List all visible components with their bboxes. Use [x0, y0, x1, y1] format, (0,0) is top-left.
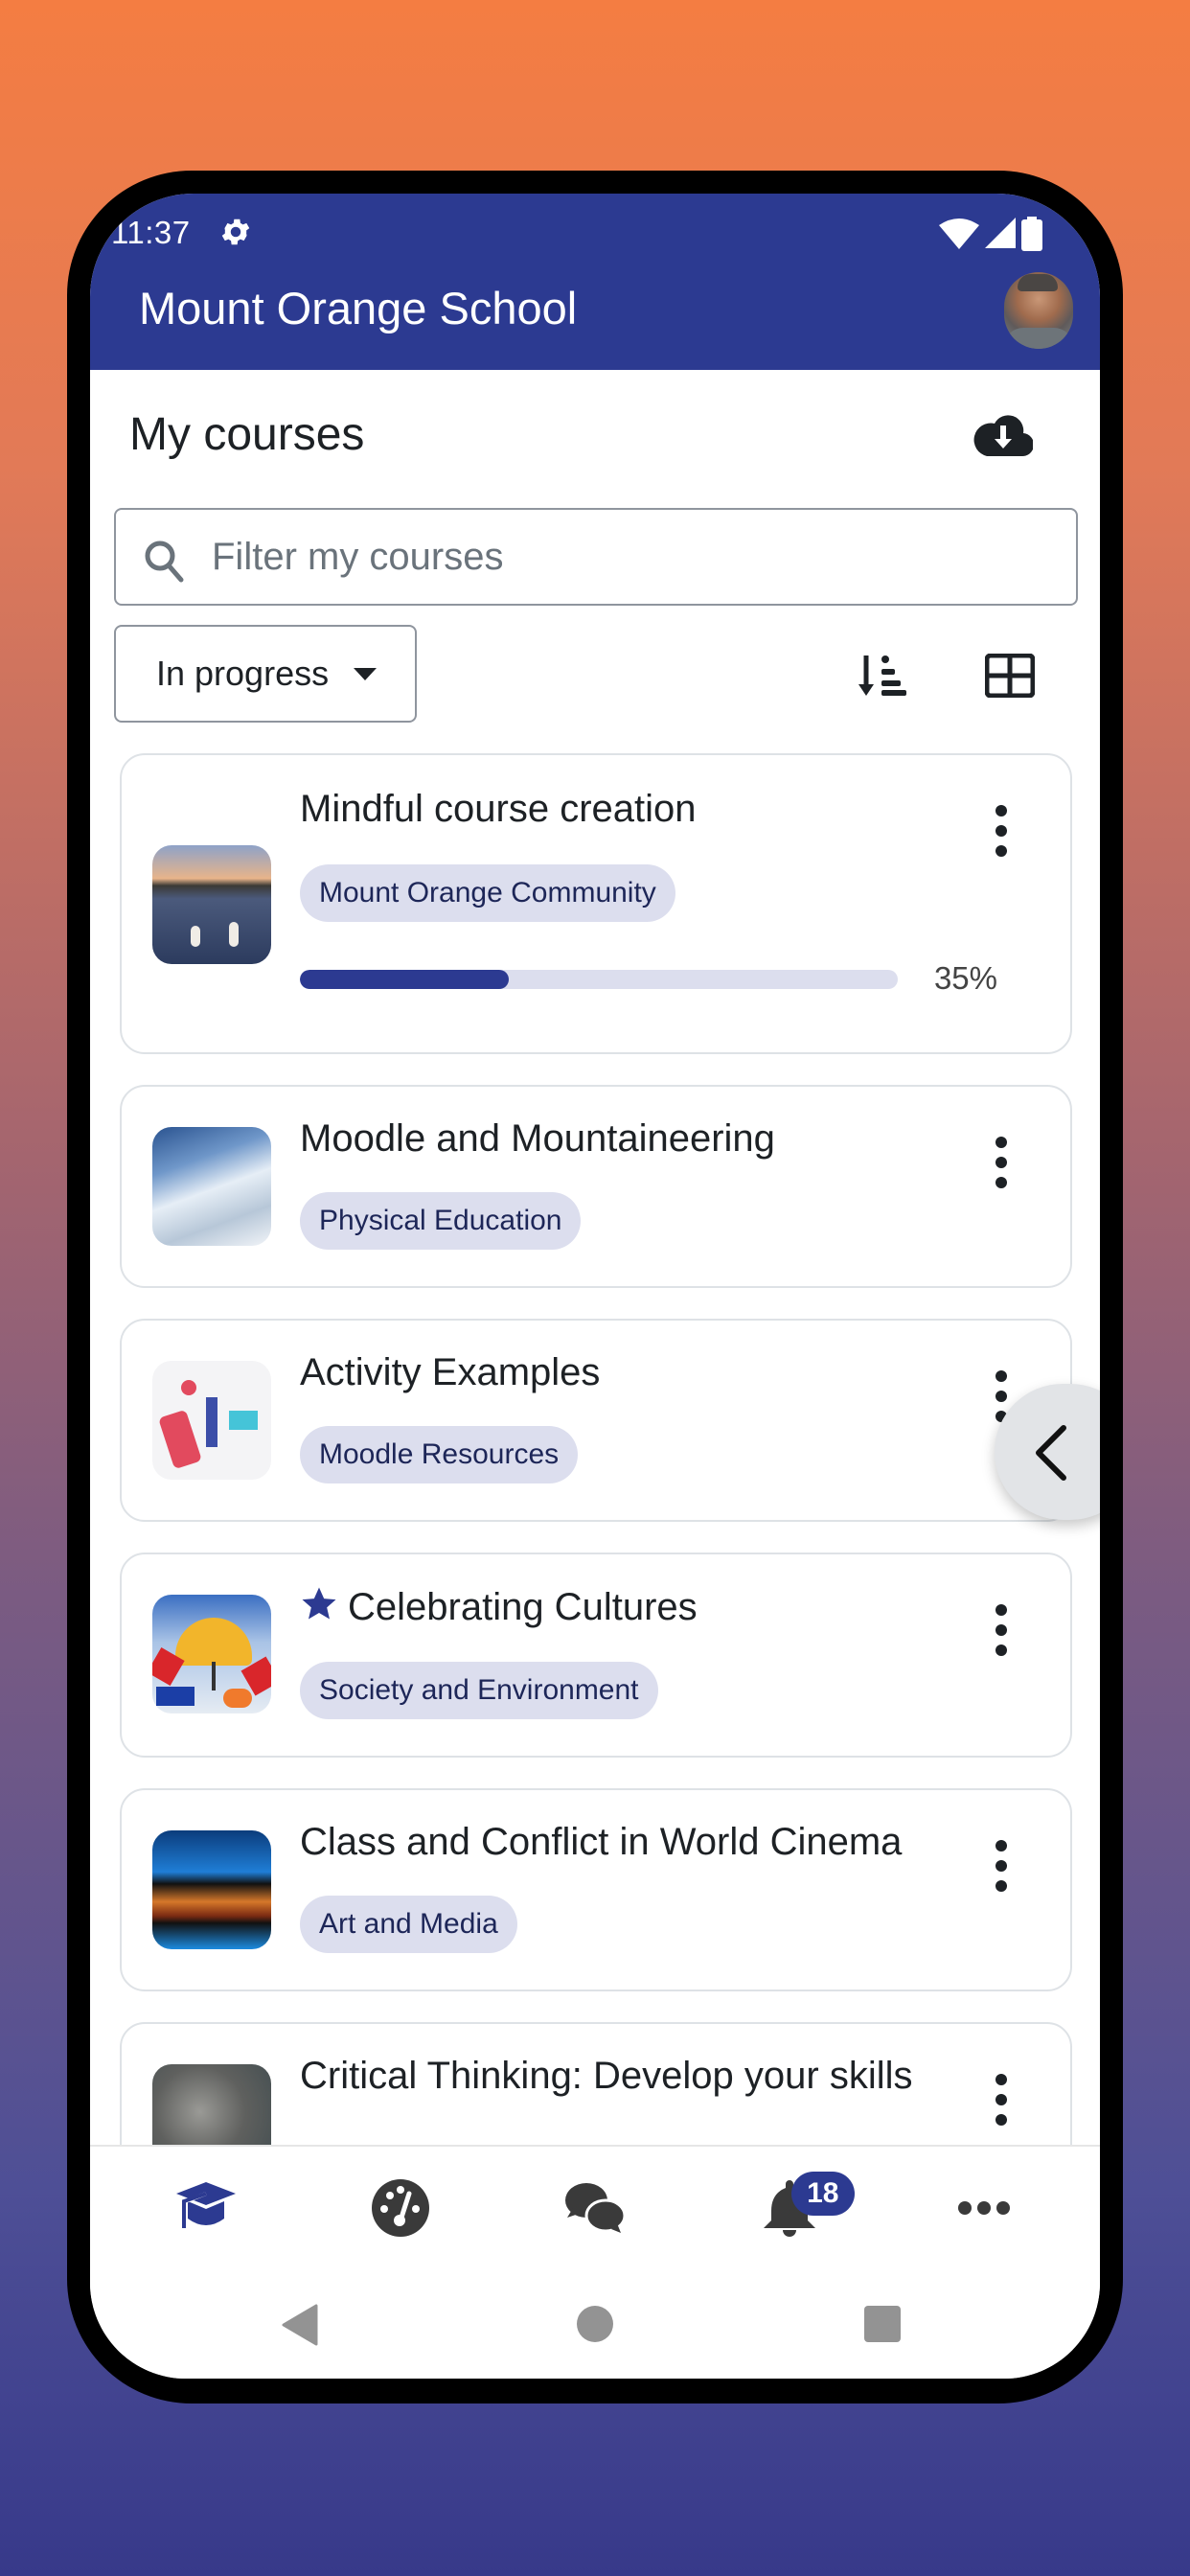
- course-options-icon[interactable]: [992, 2074, 1011, 2131]
- chat-bubbles-icon: [564, 2183, 627, 2233]
- grid-view-icon[interactable]: [985, 654, 1035, 698]
- tab-more[interactable]: [927, 2160, 1041, 2256]
- course-name[interactable]: Celebrating Cultures: [300, 1585, 698, 1629]
- search-icon: [145, 540, 184, 583]
- course-name-text: Celebrating Cultures: [348, 1586, 698, 1628]
- course-name[interactable]: Mindful course creation: [300, 788, 697, 831]
- app-screen: 11:37 Mount Orange School My courses Fil…: [90, 194, 1100, 2379]
- course-name[interactable]: Class and Conflict in World Cinema: [300, 1821, 902, 1864]
- course-options-icon[interactable]: [992, 1137, 1011, 1194]
- tab-my-courses[interactable]: [149, 2160, 263, 2256]
- main-content: My courses In progress: [90, 370, 1100, 2379]
- course-card[interactable]: Class and Conflict in World Cinema Art a…: [120, 1788, 1072, 1991]
- course-image: [152, 1830, 271, 1949]
- chevron-left-icon: [1036, 1425, 1066, 1481]
- course-image: [152, 1595, 271, 1714]
- graduation-cap-icon: [176, 2182, 237, 2228]
- course-category: Mount Orange Community: [300, 864, 675, 922]
- course-card[interactable]: Moodle and Mountaineering Physical Educa…: [120, 1085, 1072, 1288]
- course-image: [152, 1361, 271, 1480]
- course-options-icon[interactable]: [992, 1840, 1011, 1898]
- chevron-down-icon: [354, 667, 378, 680]
- course-progress-label: 35%: [933, 960, 997, 996]
- course-image: [152, 845, 271, 964]
- tab-dashboard[interactable]: [343, 2160, 458, 2256]
- course-status-selected: In progress: [156, 654, 330, 693]
- avatar-hair: [1018, 274, 1058, 291]
- course-options-icon[interactable]: [992, 805, 1011, 862]
- course-category: Art and Media: [300, 1896, 517, 1953]
- more-horizontal-icon: [957, 2201, 1010, 2215]
- course-options-icon[interactable]: [992, 1604, 1011, 1662]
- tab-notifications[interactable]: 18: [732, 2160, 855, 2256]
- notifications-badge: 18: [790, 2172, 855, 2216]
- course-name[interactable]: Critical Thinking: Develop your skills: [300, 2055, 913, 2098]
- nav-home-icon[interactable]: [577, 2306, 613, 2342]
- course-card[interactable]: Mindful course creation Mount Orange Com…: [120, 753, 1072, 1054]
- course-progress-fill: [300, 970, 510, 989]
- course-name[interactable]: Activity Examples: [300, 1351, 600, 1394]
- nav-back-icon[interactable]: [282, 2304, 320, 2346]
- site-title: Mount Orange School: [139, 283, 578, 334]
- cell-signal-icon: [985, 218, 1016, 248]
- course-card[interactable]: Activity Examples Moodle Resources: [120, 1319, 1072, 1522]
- page-title: My courses: [129, 409, 365, 460]
- starred-star-icon: [302, 1587, 336, 1620]
- course-category: Physical Education: [300, 1192, 582, 1250]
- sort-descending-icon[interactable]: [858, 654, 908, 698]
- course-filter-search: [114, 508, 1078, 606]
- avatar-shirt: [1004, 328, 1073, 349]
- bottom-tab-bar: 18: [90, 2145, 1100, 2269]
- cloud-download-icon[interactable]: [973, 410, 1033, 458]
- system-nav-bar: [90, 2269, 1100, 2379]
- filter-courses-input[interactable]: [212, 527, 1036, 586]
- tab-messages[interactable]: [538, 2160, 652, 2256]
- course-image: [152, 1127, 271, 1246]
- course-category: Moodle Resources: [300, 1426, 579, 1484]
- wifi-icon: [939, 218, 979, 249]
- status-time: 11:37: [111, 215, 191, 250]
- app-header: 11:37 Mount Orange School: [90, 194, 1100, 370]
- device-frame: 11:37 Mount Orange School My courses Fil…: [67, 171, 1123, 2404]
- course-progress-bar: [300, 970, 898, 989]
- status-bar: 11:37: [90, 207, 1100, 255]
- battery-icon: [1021, 217, 1042, 251]
- user-avatar[interactable]: [1004, 272, 1073, 349]
- settings-gear-icon: [221, 218, 250, 245]
- course-card[interactable]: Celebrating Cultures Society and Environ…: [120, 1552, 1072, 1758]
- course-status-select[interactable]: In progress: [114, 625, 417, 723]
- status-icons: [939, 217, 1042, 251]
- nav-recents-icon[interactable]: [864, 2306, 901, 2342]
- course-category: Society and Environment: [300, 1662, 658, 1719]
- course-name[interactable]: Moodle and Mountaineering: [300, 1117, 775, 1161]
- dashboard-gauge-icon: [372, 2179, 430, 2237]
